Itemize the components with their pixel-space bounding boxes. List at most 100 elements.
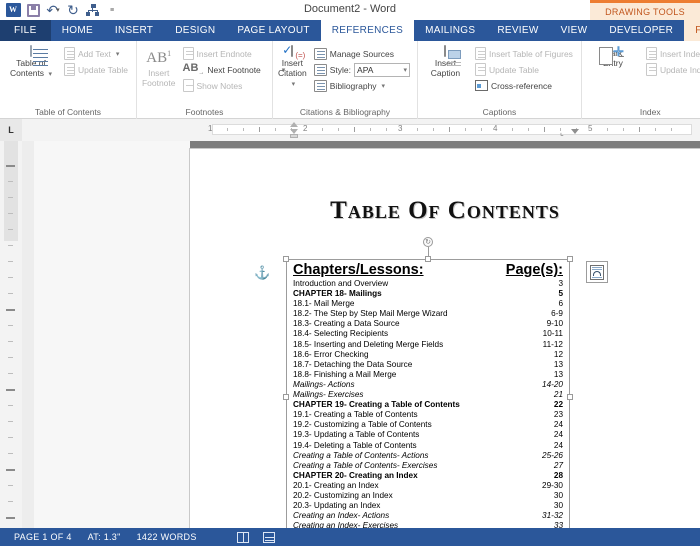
status-word-count[interactable]: 1422 WORDS <box>137 532 197 542</box>
cross-reference-button[interactable]: Cross-reference <box>472 78 576 93</box>
toc-row-title: CHAPTER 18- Mailings <box>293 289 382 299</box>
toc-row: 20.1- Creating an Index29-30 <box>291 481 565 491</box>
selected-text-box[interactable]: ↻ Chapters/Lessons: Page(s): Intro <box>286 259 570 530</box>
page-scroll-area[interactable]: Table Of Contents ⚓ ↻ Chapters/Le <box>22 141 700 530</box>
toc-row-pages: 21 <box>554 390 563 400</box>
toc-row-pages: 23 <box>554 410 563 420</box>
ruler-number-4: 4 <box>493 124 497 133</box>
right-indent-marker[interactable] <box>571 129 579 134</box>
status-position[interactable]: AT: 1.3" <box>88 532 121 542</box>
document-page[interactable]: Table Of Contents ⚓ ↻ Chapters/Le <box>190 149 700 530</box>
resize-handle-nw[interactable] <box>283 256 289 262</box>
toc-row-title: 19.2- Customizing a Table of Contents <box>293 420 432 430</box>
page-title: Table Of Contents <box>190 197 700 225</box>
horizontal-ruler[interactable]: 1 2 3 4 5 ⌞ <box>22 119 700 141</box>
toc-row-title: 18.1- Mail Merge <box>293 299 354 309</box>
toc-row-title: 19.3- Updating a Table of Contents <box>293 430 419 440</box>
bibliography-button[interactable]: Bibliography▾ <box>311 78 413 93</box>
update-index-button[interactable]: Update Index <box>643 62 700 77</box>
toc-row: 18.8- Finishing a Mail Merge13 <box>291 370 565 380</box>
insert-footnote-label-1: Insert <box>148 68 169 78</box>
rotate-handle[interactable]: ↻ <box>423 237 433 247</box>
first-line-indent-marker[interactable] <box>290 122 298 127</box>
toc-row-title: 18.6- Error Checking <box>293 350 369 360</box>
toc-row: 18.4- Selecting Recipients10-11 <box>291 329 565 339</box>
insert-footnote-icon: AB1 <box>146 46 171 66</box>
tab-stop-marker[interactable]: ⌞ <box>560 128 564 137</box>
insert-index-button[interactable]: Insert Index <box>643 46 700 61</box>
tab-home[interactable]: HOME <box>51 20 104 41</box>
resize-handle-w[interactable] <box>283 394 289 400</box>
table-of-contents-button[interactable]: Table of Contents ▾ <box>5 44 57 80</box>
toc-row: 18.5- Inserting and Deleting Merge Field… <box>291 340 565 350</box>
ruler-number-3: 3 <box>398 124 402 133</box>
ribbon-tabs: FILE HOME INSERT DESIGN PAGE LAYOUT REFE… <box>0 20 700 41</box>
update-table-figures-button[interactable]: Update Table <box>472 62 576 77</box>
toc-row-pages: 31-32 <box>542 511 563 521</box>
toc-row: 20.3- Updating an Index30 <box>291 501 565 511</box>
tab-mailings[interactable]: MAILINGS <box>414 20 486 41</box>
toc-row: 19.1- Creating a Table of Contents23 <box>291 410 565 420</box>
citation-style-select[interactable]: APA ▾ <box>354 63 410 77</box>
update-table-icon <box>64 63 75 76</box>
contextual-tab-group-label: DRAWING TOOLS <box>590 0 700 20</box>
insert-caption-button[interactable]: Insert Caption <box>423 44 468 78</box>
toc-row: 18.7- Detaching the Data Source13 <box>291 360 565 370</box>
add-text-button[interactable]: Add Text▾ <box>61 46 131 61</box>
status-bar: PAGE 1 OF 4 AT: 1.3" 1422 WORDS <box>0 528 700 546</box>
ruler-number-2: 2 <box>303 124 307 133</box>
layout-options-button[interactable] <box>586 261 608 283</box>
citation-style-row: Style: APA ▾ <box>311 62 413 77</box>
insert-endnote-icon <box>183 47 194 60</box>
update-table-figures-icon <box>475 63 486 76</box>
tab-file[interactable]: FILE <box>0 20 51 41</box>
vertical-ruler[interactable] <box>0 141 22 530</box>
group-label-index: Index <box>587 106 700 119</box>
left-indent-marker[interactable] <box>290 134 298 138</box>
tab-format[interactable]: FORMAT <box>684 20 700 41</box>
add-text-icon <box>64 47 75 60</box>
manage-sources-icon <box>314 48 327 60</box>
resize-handle-ne[interactable] <box>567 256 573 262</box>
toc-row-title: CHAPTER 19- Creating a Table of Contents <box>293 400 460 410</box>
toc-row-title: CHAPTER 20- Creating an Index <box>293 471 418 481</box>
update-table-button[interactable]: Update Table <box>61 62 131 77</box>
insert-citation-button[interactable]: (=)✓ Insert Citation ▾ <box>278 44 307 90</box>
toc-column-headers: Chapters/Lessons: Page(s): <box>291 262 565 279</box>
manage-sources-button[interactable]: Manage Sources <box>311 46 413 61</box>
ribbon-group-index: ✛− Mark Entry Insert Index Update Index <box>582 41 700 119</box>
status-page[interactable]: PAGE 1 OF 4 <box>14 532 72 542</box>
ruler-row: L 1 2 3 4 5 ⌞ <box>0 119 700 141</box>
tab-page-layout[interactable]: PAGE LAYOUT <box>226 20 320 41</box>
word-window: W ↶▾ ↻ ≡ Document2 - Word DRAWING TOOLS <box>0 0 700 546</box>
left-canvas-edge <box>22 141 34 530</box>
insert-citation-label-2: Citation ▾ <box>278 68 307 90</box>
tab-references[interactable]: REFERENCES <box>321 20 414 41</box>
tab-stop-selector[interactable]: L <box>0 119 22 141</box>
insert-footnote-button[interactable]: AB1 Insert Footnote <box>142 44 176 88</box>
toc-row-title: 20.1- Creating an Index <box>293 481 379 491</box>
document-workspace: Table Of Contents ⚓ ↻ Chapters/Le <box>0 141 700 530</box>
toc-row: 19.3- Updating a Table of Contents24 <box>291 430 565 440</box>
style-label: Style: <box>330 65 351 75</box>
tab-view[interactable]: VIEW <box>550 20 599 41</box>
toc-row-pages: 24 <box>554 441 563 451</box>
group-label-table-of-contents: Table of Contents <box>5 106 131 119</box>
proofing-icon[interactable] <box>237 532 249 543</box>
tab-review[interactable]: REVIEW <box>486 20 549 41</box>
resize-handle-e[interactable] <box>567 394 573 400</box>
toc-row-pages: 9-10 <box>547 319 563 329</box>
toc-row-pages: 13 <box>554 370 563 380</box>
toc-row: CHAPTER 18- Mailings5 <box>291 289 565 299</box>
tab-developer[interactable]: DEVELOPER <box>598 20 684 41</box>
toc-row-title: Mailings- Exercises <box>293 390 364 400</box>
toc-row-title: Creating an Index- Actions <box>293 511 389 521</box>
insert-table-of-figures-button[interactable]: Insert Table of Figures <box>472 46 576 61</box>
tab-design[interactable]: DESIGN <box>164 20 226 41</box>
toc-row: 18.2- The Step by Step Mail Merge Wizard… <box>291 309 565 319</box>
language-icon[interactable] <box>263 532 275 543</box>
mark-entry-button[interactable]: ✛− Mark Entry <box>587 44 639 68</box>
tab-insert[interactable]: INSERT <box>104 20 164 41</box>
toc-row-pages: 10-11 <box>543 329 563 339</box>
toc-row-pages: 27 <box>554 461 563 471</box>
